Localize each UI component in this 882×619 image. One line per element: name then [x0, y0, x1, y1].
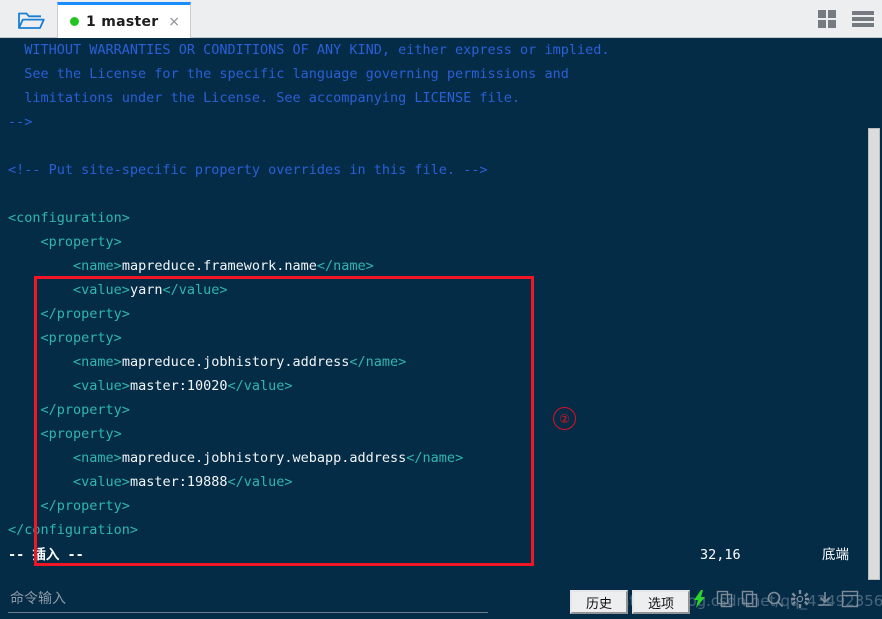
code-token: See the License for the specific languag… — [24, 66, 569, 82]
options-button[interactable]: 选项 — [632, 590, 690, 614]
code-line: WITHOUT WARRANTIES OR CONDITIONS OF ANY … — [0, 38, 882, 62]
code-token: <value> — [73, 474, 130, 490]
code-token: </value> — [227, 474, 293, 490]
code-line: See the License for the specific languag… — [0, 62, 882, 86]
code-token: </value> — [162, 282, 228, 298]
tab-status-dot — [70, 17, 79, 26]
scroll-state: 底端 — [822, 547, 849, 563]
code-token: </property> — [40, 402, 130, 418]
tab-master[interactable]: 1 master × — [57, 2, 191, 38]
tab-bar: 1 master × — [0, 0, 882, 38]
code-line: limitations under the License. See accom… — [0, 86, 882, 110]
search-icon[interactable] — [765, 589, 785, 609]
tab-label: 1 master — [86, 13, 159, 30]
bottom-button-group: 历史 选项 — [570, 590, 690, 614]
code-token: <configuration> — [8, 210, 130, 226]
code-token: <property> — [40, 234, 122, 250]
scrollbar-track[interactable] — [866, 38, 882, 581]
code-token: limitations under the License. See accom… — [24, 90, 521, 106]
close-icon[interactable]: × — [168, 15, 180, 29]
code-line: --> — [0, 110, 882, 134]
code-token: master:19888 — [129, 474, 228, 490]
scrollbar-thumb[interactable] — [868, 128, 880, 580]
code-token: </name> — [349, 354, 407, 370]
code-token: WITHOUT WARRANTIES OR CONDITIONS OF ANY … — [24, 42, 610, 58]
code-token: mapreduce.jobhistory.webapp.address — [121, 450, 407, 466]
code-token: <property> — [40, 330, 122, 346]
code-line: <name>mapreduce.framework.name</name> — [0, 254, 882, 278]
code-token: </name> — [406, 450, 464, 466]
code-token: master:10020 — [129, 378, 228, 394]
menu-icon[interactable] — [848, 4, 878, 34]
code-token: <property> — [40, 426, 122, 442]
window-icon[interactable] — [840, 589, 860, 609]
code-token: <name> — [73, 450, 122, 466]
code-line: <name>mapreduce.jobhistory.webapp.addres… — [0, 446, 882, 470]
code-line: <name>mapreduce.jobhistory.address</name… — [0, 350, 882, 374]
paste-icon[interactable] — [740, 589, 760, 609]
grid-view-icon[interactable] — [812, 4, 842, 34]
lightning-icon[interactable] — [690, 589, 710, 609]
bottom-tray-icons — [690, 589, 860, 609]
gear-icon[interactable] — [790, 589, 810, 609]
code-token: <name> — [73, 354, 122, 370]
code-line: <!-- Put site-specific property override… — [0, 158, 882, 182]
code-token: mapreduce.framework.name — [121, 258, 317, 274]
code-token: </property> — [40, 306, 130, 322]
code-line: </property> — [0, 398, 882, 422]
copy-icon[interactable] — [715, 589, 735, 609]
code-line: </property> — [0, 302, 882, 326]
code-line: </property> — [0, 494, 882, 518]
code-line: <value>master:10020</value> — [0, 374, 882, 398]
code-area: WITHOUT WARRANTIES OR CONDITIONS OF ANY … — [0, 38, 882, 542]
vim-mode-label: -- 插入 -- — [8, 547, 84, 563]
download-icon[interactable] — [815, 589, 835, 609]
history-button[interactable]: 历史 — [570, 590, 628, 614]
command-input[interactable] — [8, 587, 488, 613]
terminal-body[interactable]: WITHOUT WARRANTIES OR CONDITIONS OF ANY … — [0, 38, 882, 581]
code-token: </value> — [227, 378, 293, 394]
cursor-position: 32,16 — [700, 547, 741, 563]
toolbar-right — [812, 4, 878, 34]
code-token: --> — [8, 114, 33, 130]
code-token: mapreduce.jobhistory.address — [121, 354, 350, 370]
vim-status-line: -- 插入 -- 32,16 底端 — [0, 543, 882, 567]
code-line: <property> — [0, 230, 882, 254]
code-token: </property> — [40, 498, 130, 514]
code-line: <value>yarn</value> — [0, 278, 882, 302]
code-line: </configuration> — [0, 518, 882, 542]
code-token: yarn — [129, 282, 163, 298]
code-line: <value>master:19888</value> — [0, 470, 882, 494]
code-token: <name> — [73, 258, 122, 274]
code-token: <!-- Put site-specific property override… — [8, 162, 488, 178]
code-token: <value> — [73, 378, 130, 394]
code-line: <property> — [0, 326, 882, 350]
code-token: </name> — [316, 258, 374, 274]
folder-open-icon[interactable] — [8, 4, 54, 36]
terminal-app-window: 1 master × WITHOUT WARRANTIES OR CONDITI… — [0, 0, 882, 619]
code-line: <configuration> — [0, 206, 882, 230]
code-token: <value> — [73, 282, 130, 298]
code-line: <property> — [0, 422, 882, 446]
code-token: </configuration> — [8, 522, 139, 538]
annotation-marker-2: ② — [553, 407, 576, 430]
